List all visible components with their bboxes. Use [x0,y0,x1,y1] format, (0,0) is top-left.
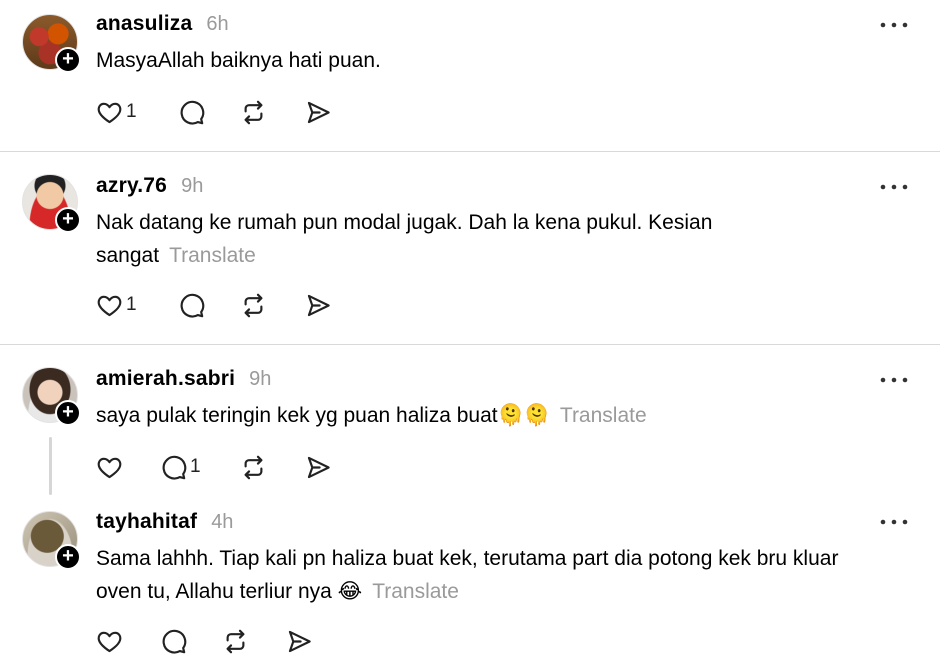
send-icon [288,630,311,652]
reply-button[interactable] [178,98,205,126]
reply-bubble-icon [180,293,205,318]
comment-text-line: sangat Translate [96,239,926,272]
comment-text: MasyaAllah baiknya hati puan. [96,44,926,77]
comment-text-line: Sama lahhh. Tiap kali pn haliza buat kek… [96,547,839,570]
timestamp: 6h [206,13,229,35]
more-horizontal-icon[interactable] [879,375,909,385]
send-icon [307,101,330,123]
avatar[interactable]: + [22,14,81,73]
repost-icon [244,455,263,479]
like-count: 1 [126,294,137,315]
comment-post: + azry.76 9h Nak datang ke rumah pun mod… [0,152,940,344]
repost-button[interactable] [240,453,267,481]
comment-text-line: oven tu, Allahu terliur nya 😂 Translate [96,575,926,608]
reply-button[interactable] [160,627,187,655]
timestamp: 9h [249,368,272,390]
follow-plus-icon[interactable]: + [55,544,81,570]
comment-text-content: sangat [96,244,160,267]
like-button[interactable]: 1 [96,291,137,319]
reply-bubble-icon [180,100,205,125]
comment-post: + anasuliza 6h MasyaAllah baiknya hati p… [0,0,940,151]
repost-icon [244,100,263,124]
repost-button[interactable] [240,98,267,126]
comment-text: saya pulak teringin kek yg puan haliza b… [96,399,926,432]
comment-text-content: oven tu, Allahu terliur nya 😂 [96,580,363,603]
more-horizontal-icon[interactable] [879,517,909,527]
heart-icon [97,102,122,123]
like-button[interactable] [96,453,123,481]
more-horizontal-icon[interactable] [879,20,909,30]
repost-button[interactable] [222,627,249,655]
repost-icon [226,629,245,653]
username[interactable]: azry.76 [96,174,167,198]
reply-bubble-icon [162,629,187,654]
reply-button[interactable]: 1 [160,453,201,481]
avatar[interactable]: + [22,511,81,570]
follow-plus-icon[interactable]: + [55,207,81,233]
timestamp: 4h [211,511,234,533]
like-count: 1 [126,101,137,122]
like-button[interactable]: 1 [96,98,137,126]
translate-link[interactable]: Translate [560,404,647,427]
username[interactable]: tayhahitaf [96,510,197,534]
send-icon [307,294,330,316]
follow-plus-icon[interactable]: + [55,47,81,73]
avatar[interactable]: + [22,367,81,426]
repost-button[interactable] [240,291,267,319]
comment-post: + amierah.sabri 9h saya pulak teringin k… [0,345,940,495]
comments-feed: + anasuliza 6h MasyaAllah baiknya hati p… [0,0,940,666]
repost-icon [244,293,263,317]
follow-plus-icon[interactable]: + [55,400,81,426]
reply-count: 1 [190,456,201,477]
comment-text: Nak datang ke rumah pun modal jugak. Dah… [96,206,926,272]
translate-link[interactable]: Translate [169,244,256,267]
timestamp: 9h [181,175,204,197]
avatar[interactable]: + [22,174,81,233]
reply-button[interactable] [178,291,205,319]
reply-bubble-icon [162,455,187,480]
send-icon [307,456,330,478]
comment-text: Sama lahhh. Tiap kali pn haliza buat kek… [96,542,926,608]
share-button[interactable] [286,627,313,655]
share-button[interactable] [305,291,332,319]
more-horizontal-icon[interactable] [879,182,909,192]
heart-icon [97,631,122,652]
comment-text-content: MasyaAllah baiknya hati puan. [96,49,381,72]
share-button[interactable] [305,98,332,126]
thread-connector-line [49,437,52,495]
comment-text-content: saya pulak teringin kek yg puan haliza b… [96,404,550,427]
username[interactable]: anasuliza [96,12,192,36]
like-button[interactable] [96,627,123,655]
heart-icon [97,457,122,478]
username[interactable]: amierah.sabri [96,367,235,391]
comment-post: + tayhahitaf 4h Sama lahhh. Tiap kali pn… [0,495,940,666]
comment-text-line: Nak datang ke rumah pun modal jugak. Dah… [96,211,713,234]
heart-icon [97,295,122,316]
share-button[interactable] [305,453,332,481]
translate-link[interactable]: Translate [372,580,459,603]
